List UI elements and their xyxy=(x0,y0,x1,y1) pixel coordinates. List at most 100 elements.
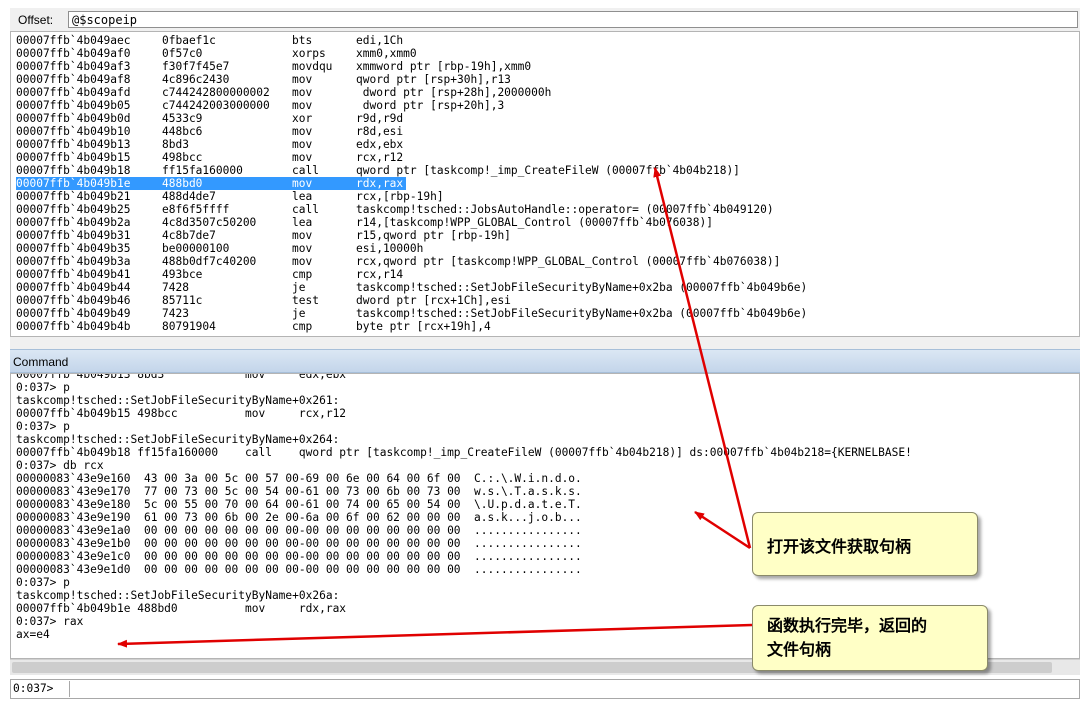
disassembly-row[interactable]: 00007ffb`4b049b18 ff15fa160000 call qword p… xyxy=(16,164,807,177)
disasm-mnemonic: mov xyxy=(292,86,313,99)
disasm-mnemonic: test xyxy=(292,294,319,307)
disassembly-row[interactable]: 00007ffb`4b049b15 498bcc mov rcx,r12 xyxy=(16,151,807,164)
disasm-bytes: 85711c xyxy=(162,294,203,307)
command-output-line: 0:037> p xyxy=(16,381,70,394)
disasm-address: 00007ffb`4b049b1e xyxy=(16,177,131,190)
disassembly-row[interactable]: 00007ffb`4b049aec 0fbaef1c bts edi,1Ch xyxy=(16,34,807,47)
disasm-mnemonic: lea xyxy=(292,216,313,229)
disasm-bytes: 80791904 xyxy=(162,320,216,333)
disassembly-row[interactable]: 00007ffb`4b049b44 7428 je taskcomp!tsched::… xyxy=(16,281,807,294)
disassembly-row[interactable]: 00007ffb`4b049b41 493bce cmp rcx,r14 xyxy=(16,268,807,281)
disasm-bytes: 0f57c0 xyxy=(162,47,203,60)
disasm-operands: taskcomp!tsched::SetJobFileSecurityByNam… xyxy=(356,307,808,320)
disasm-address: 00007ffb`4b049b13 xyxy=(16,138,131,151)
disasm-mnemonic: call xyxy=(292,164,319,177)
disasm-address: 00007ffb`4b049b31 xyxy=(16,229,131,242)
disassembly-row[interactable]: 00007ffb`4b049b3a 488b0df7c40200 mov rcx,qw… xyxy=(16,255,807,268)
disassembly-row[interactable]: 00007ffb`4b049af3 f30f7f45e7 movdqu xmmword… xyxy=(16,60,807,73)
disassembly-row[interactable]: 00007ffb`4b049b49 7423 je taskcomp!tsched::… xyxy=(16,307,807,320)
command-output-lines: 00007ffb`4b049b13 8bd3 mov edx,ebx 0:037>… xyxy=(16,373,912,641)
disasm-operands: r14,[taskcomp!WPP_GLOBAL_Control (00007f… xyxy=(356,216,713,229)
disassembly-row[interactable]: 00007ffb`4b049b2a 4c8d3507c50200 lea r14,[t… xyxy=(16,216,807,229)
disassembly-row[interactable]: 00007ffb`4b049b21 488d4de7 lea rcx,[rbp-19h… xyxy=(16,190,807,203)
disasm-mnemonic: mov xyxy=(292,255,313,268)
disasm-mnemonic: mov xyxy=(292,138,313,151)
disasm-operands: qword ptr [rsp+30h],r13 xyxy=(356,73,511,86)
disassembly-row[interactable]: 00007ffb`4b049b46 85711c test dword ptr [rc… xyxy=(16,294,807,307)
disasm-mnemonic: je xyxy=(292,307,306,320)
command-output-line: taskcomp!tsched::SetJobFileSecurityByNam… xyxy=(16,589,340,602)
disasm-bytes: 488d4de7 xyxy=(162,190,216,203)
disasm-operands: byte ptr [rcx+19h],4 xyxy=(356,320,491,333)
disasm-address: 00007ffb`4b049b05 xyxy=(16,99,131,112)
disasm-operands: edi,1Ch xyxy=(356,34,404,47)
disasm-bytes: 488b0df7c40200 xyxy=(162,255,257,268)
callout-open-text: 打开该文件获取句柄 xyxy=(767,537,912,556)
disassembly-row[interactable]: 00007ffb`4b049afd c744242800000002 mov dwo… xyxy=(16,86,807,99)
disassembly-row[interactable]: 00007ffb`4b049b25 e8f6f5ffff call taskcomp!… xyxy=(16,203,807,216)
disasm-mnemonic: cmp xyxy=(292,320,313,333)
disasm-operands: esi,10000h xyxy=(356,242,424,255)
disasm-address: 00007ffb`4b049b35 xyxy=(16,242,131,255)
disasm-bytes: 498bcc xyxy=(162,151,203,164)
disassembly-row[interactable]: 00007ffb`4b049b31 4c8b7de7 mov r15,qword pt… xyxy=(16,229,807,242)
disasm-bytes: be00000100 xyxy=(162,242,230,255)
disasm-bytes: ff15fa160000 xyxy=(162,164,243,177)
disasm-operands: dword ptr [rsp+28h],2000000h xyxy=(356,86,552,99)
disasm-mnemonic: mov xyxy=(292,151,313,164)
disasm-bytes: 488bd0 xyxy=(162,177,203,190)
disasm-mnemonic: mov xyxy=(292,229,313,242)
disasm-operands: edx,ebx xyxy=(356,138,404,151)
disasm-operands: rcx,r14 xyxy=(356,268,404,281)
disasm-bytes: 4533c9 xyxy=(162,112,203,125)
disasm-address: 00007ffb`4b049af0 xyxy=(16,47,131,60)
command-input[interactable] xyxy=(69,681,1077,697)
command-output-line: 00007ffb`4b049b15 498bcc mov rcx,r12 xyxy=(16,407,347,420)
disassembly-lines: 00007ffb`4b049aec 0fbaef1c bts edi,1Ch 00007… xyxy=(16,34,807,333)
command-output-line: 00000083`43e9e160 43 00 3a 00 5c 00 57 0… xyxy=(16,472,582,485)
disasm-address: 00007ffb`4b049b0d xyxy=(16,112,131,125)
command-output-line: 00007ffb`4b049b13 8bd3 mov edx,ebx xyxy=(16,373,347,381)
disassembly-row[interactable]: 00007ffb`4b049af0 0f57c0 xorps xmm0,xmm0 xyxy=(16,47,807,60)
command-output-line: taskcomp!tsched::SetJobFileSecurityByNam… xyxy=(16,433,340,446)
disasm-address: 00007ffb`4b049b44 xyxy=(16,281,131,294)
command-prompt: 0:037> xyxy=(13,682,54,695)
disasm-bytes: 4c896c2430 xyxy=(162,73,230,86)
disasm-mnemonic: movdqu xyxy=(292,60,333,73)
offset-toolbar: Offset: xyxy=(10,8,1080,32)
disasm-address: 00007ffb`4b049af3 xyxy=(16,60,131,73)
pane-splitter[interactable] xyxy=(10,337,1080,349)
disasm-bytes: 7423 xyxy=(162,307,189,320)
disasm-bytes: 493bce xyxy=(162,268,203,281)
disasm-mnemonic: xorps xyxy=(292,47,326,60)
callout-return-text-1: 函数执行完毕，返回的 xyxy=(767,616,928,635)
disasm-mnemonic: mov xyxy=(292,177,313,190)
disassembly-row[interactable]: 00007ffb`4b049af8 4c896c2430 mov qword ptr … xyxy=(16,73,807,86)
command-output-line: taskcomp!tsched::SetJobFileSecurityByNam… xyxy=(16,394,340,407)
disasm-address: 00007ffb`4b049b3a xyxy=(16,255,131,268)
disassembly-row[interactable]: 00007ffb`4b049b4b 80791904 cmp byte ptr [rc… xyxy=(16,320,807,333)
callout-return-text-2: 文件句柄 xyxy=(767,640,832,659)
disasm-mnemonic: mov xyxy=(292,242,313,255)
disasm-operands: dword ptr [rcx+1Ch],esi xyxy=(356,294,511,307)
disasm-bytes: 7428 xyxy=(162,281,189,294)
disasm-bytes: c744242003000000 xyxy=(162,99,270,112)
disasm-mnemonic: cmp xyxy=(292,268,313,281)
disasm-operands: taskcomp!tsched::JobsAutoHandle::operato… xyxy=(356,203,774,216)
disasm-address: 00007ffb`4b049b49 xyxy=(16,307,131,320)
command-output-line: 0:037> db rcx xyxy=(16,459,104,472)
disasm-bytes: e8f6f5ffff xyxy=(162,203,230,216)
disassembly-row[interactable]: 00007ffb`4b049b35 be00000100 mov esi,10000h xyxy=(16,242,807,255)
disassembly-pane[interactable]: 00007ffb`4b049aec 0fbaef1c bts edi,1Ch 00007… xyxy=(10,31,1080,337)
offset-input[interactable] xyxy=(68,11,1078,28)
command-output-line: 0:037> p xyxy=(16,420,70,433)
disassembly-row-current[interactable]: 00007ffb`4b049b1e 488bd0 mov rdx,rax xyxy=(16,177,406,190)
disasm-operands: r15,qword ptr [rbp-19h] xyxy=(356,229,511,242)
disasm-address: 00007ffb`4b049b21 xyxy=(16,190,131,203)
disassembly-row[interactable]: 00007ffb`4b049b13 8bd3 mov edx,ebx xyxy=(16,138,807,151)
disassembly-row[interactable]: 00007ffb`4b049b0d 4533c9 xor r9d,r9d xyxy=(16,112,807,125)
disasm-address: 00007ffb`4b049b2a xyxy=(16,216,131,229)
disasm-bytes: c744242800000002 xyxy=(162,86,270,99)
disassembly-row[interactable]: 00007ffb`4b049b10 448bc6 mov r8d,esi xyxy=(16,125,807,138)
disassembly-row[interactable]: 00007ffb`4b049b05 c744242003000000 mov dwo… xyxy=(16,99,807,112)
